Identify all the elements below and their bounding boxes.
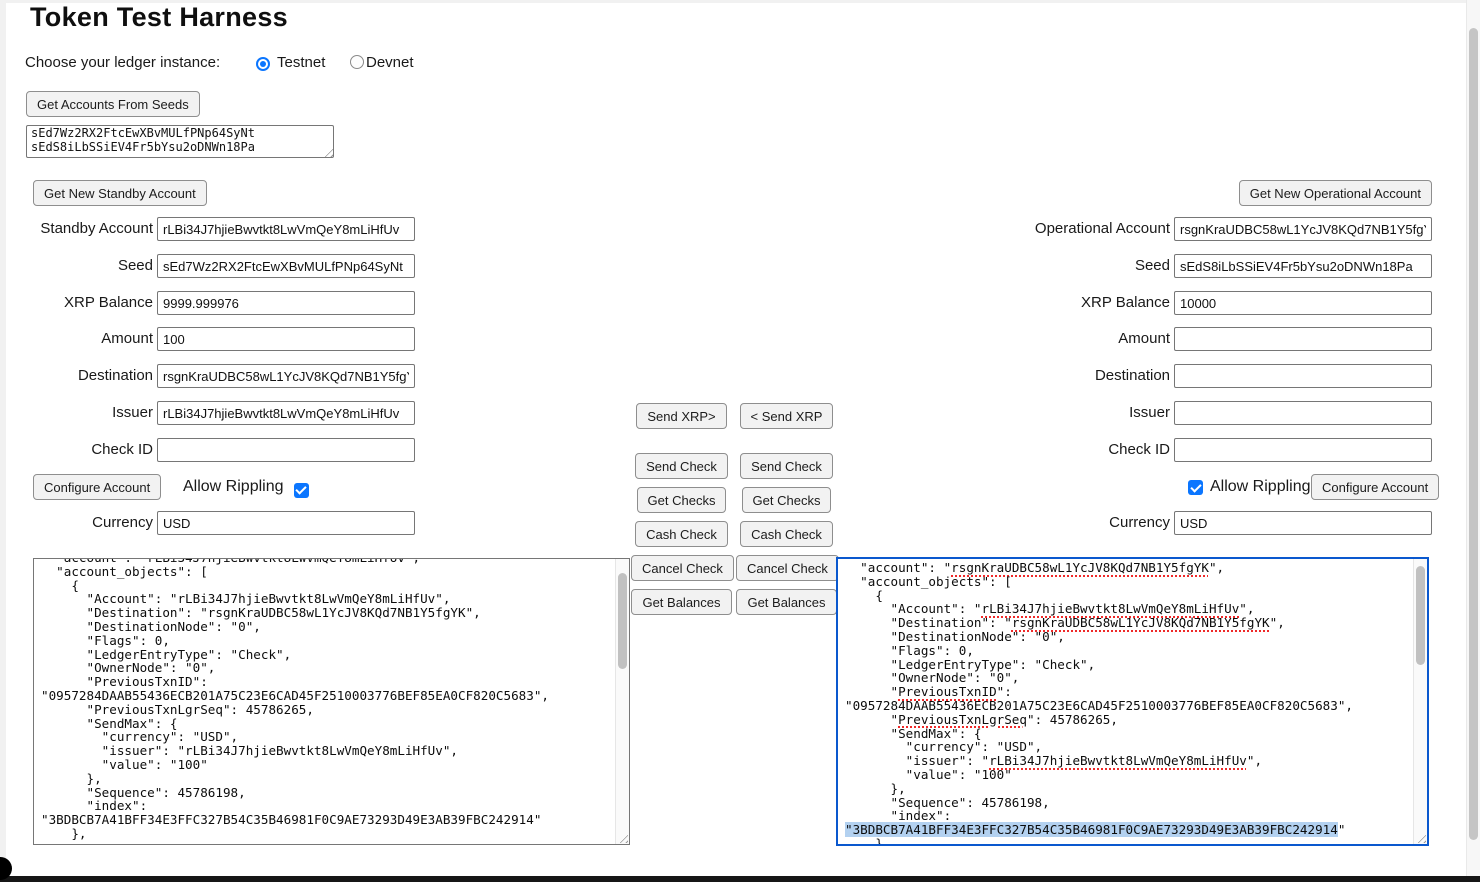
standby-result-scrollbar[interactable] bbox=[615, 559, 629, 844]
standby-allow-rippling-label[interactable]: Allow Rippling bbox=[183, 478, 284, 496]
operational-send-xrp-button[interactable]: < Send XRP bbox=[740, 403, 834, 429]
standby-check-id-input[interactable] bbox=[157, 438, 415, 462]
standby-get-balances-button[interactable]: Get Balances bbox=[631, 589, 731, 615]
operational-get-balances-button[interactable]: Get Balances bbox=[736, 589, 836, 615]
standby-result-json: "account": "rLBi34J7hjieBwvtkt8LwVmQeY8m… bbox=[41, 559, 615, 841]
operational-xrp-balance-input[interactable] bbox=[1174, 291, 1432, 315]
scrollbar-thumb[interactable] bbox=[618, 573, 627, 669]
standby-amount-input[interactable] bbox=[157, 327, 415, 351]
standby-get-checks-button[interactable]: Get Checks bbox=[637, 487, 727, 513]
standby-xrp-balance-input[interactable] bbox=[157, 291, 415, 315]
get-new-operational-account-button[interactable]: Get New Operational Account bbox=[1239, 180, 1432, 206]
standby-seed-input[interactable] bbox=[157, 254, 415, 278]
operational-cash-check-button[interactable]: Cash Check bbox=[740, 521, 833, 547]
operational-send-check-button[interactable]: Send Check bbox=[740, 453, 833, 479]
testnet-radio[interactable] bbox=[256, 57, 270, 71]
operational-currency-input[interactable] bbox=[1174, 511, 1432, 535]
get-accounts-from-seeds-button[interactable]: Get Accounts From Seeds bbox=[26, 91, 200, 117]
standby-send-xrp-button[interactable]: Send XRP> bbox=[636, 403, 726, 429]
operational-amount-input[interactable] bbox=[1174, 327, 1432, 351]
standby-issuer-input[interactable] bbox=[157, 401, 415, 425]
standby-send-check-button[interactable]: Send Check bbox=[635, 453, 728, 479]
operational-account-label: Operational Account bbox=[1014, 217, 1170, 241]
standby-destination-input[interactable] bbox=[157, 364, 415, 388]
devnet-radio[interactable] bbox=[350, 55, 364, 69]
standby-account-label: Standby Account bbox=[0, 217, 153, 241]
standby-issuer-label: Issuer bbox=[0, 401, 153, 425]
standby-amount-label: Amount bbox=[0, 327, 153, 351]
standby-cancel-check-button[interactable]: Cancel Check bbox=[631, 555, 734, 581]
seeds-textarea-container: sEd7Wz2RX2FtcEwXBvMULfPNp64SyNt sEdS8iLb… bbox=[26, 125, 334, 158]
operational-issuer-label: Issuer bbox=[1014, 401, 1170, 425]
page-title: Token Test Harness bbox=[30, 2, 288, 33]
standby-account-input[interactable] bbox=[157, 217, 415, 241]
standby-currency-input[interactable] bbox=[157, 511, 415, 535]
standby-cash-check-button[interactable]: Cash Check bbox=[635, 521, 728, 547]
seeds-textarea[interactable]: sEd7Wz2RX2FtcEwXBvMULfPNp64SyNt sEdS8iLb… bbox=[26, 125, 334, 158]
operational-check-id-input[interactable] bbox=[1174, 438, 1432, 462]
page-scrollbar[interactable] bbox=[1466, 0, 1480, 882]
window-bottom-edge bbox=[0, 876, 1480, 882]
operational-destination-label: Destination bbox=[1014, 364, 1170, 388]
testnet-radio-label[interactable]: Testnet bbox=[277, 54, 325, 71]
operational-xrp-balance-label: XRP Balance bbox=[1014, 291, 1170, 315]
standby-allow-rippling-checkbox[interactable] bbox=[294, 483, 309, 498]
operational-check-id-label: Check ID bbox=[1014, 438, 1170, 462]
page-scrollbar-thumb[interactable] bbox=[1469, 28, 1478, 840]
get-new-standby-account-button[interactable]: Get New Standby Account bbox=[33, 180, 207, 206]
operational-cancel-check-button[interactable]: Cancel Check bbox=[736, 555, 839, 581]
standby-check-id-label: Check ID bbox=[0, 438, 153, 462]
operational-seed-label: Seed bbox=[1014, 254, 1170, 278]
operational-configure-account-button[interactable]: Configure Account bbox=[1311, 474, 1439, 500]
standby-currency-label: Currency bbox=[0, 511, 153, 535]
devnet-radio-label[interactable]: Devnet bbox=[366, 54, 414, 71]
operational-allow-rippling-checkbox[interactable] bbox=[1188, 480, 1203, 495]
standby-xrp-balance-label: XRP Balance bbox=[0, 291, 153, 315]
ledger-instance-label: Choose your ledger instance: bbox=[25, 54, 220, 71]
operational-seed-input[interactable] bbox=[1174, 254, 1432, 278]
operational-get-checks-button[interactable]: Get Checks bbox=[742, 487, 832, 513]
standby-configure-account-button[interactable]: Configure Account bbox=[33, 474, 161, 500]
standby-seed-label: Seed bbox=[0, 254, 153, 278]
standby-destination-label: Destination bbox=[0, 364, 153, 388]
operational-amount-label: Amount bbox=[1014, 327, 1170, 351]
operational-result-textarea[interactable]: "account": "rsgnKraUDBC58wL1YcJV8KQd7NB1… bbox=[836, 557, 1429, 846]
operational-result-json: "account": "rsgnKraUDBC58wL1YcJV8KQd7NB1… bbox=[845, 561, 1413, 844]
operational-currency-label: Currency bbox=[1014, 511, 1170, 535]
operational-issuer-input[interactable] bbox=[1174, 401, 1432, 425]
operational-destination-input[interactable] bbox=[1174, 364, 1432, 388]
scrollbar-thumb[interactable] bbox=[1416, 566, 1425, 665]
operational-allow-rippling-label[interactable]: Allow Rippling bbox=[1210, 478, 1311, 496]
operational-result-scrollbar[interactable] bbox=[1413, 559, 1427, 844]
standby-result-textarea[interactable]: "account": "rLBi34J7hjieBwvtkt8LwVmQeY8m… bbox=[33, 558, 630, 845]
operational-account-input[interactable] bbox=[1174, 217, 1432, 241]
